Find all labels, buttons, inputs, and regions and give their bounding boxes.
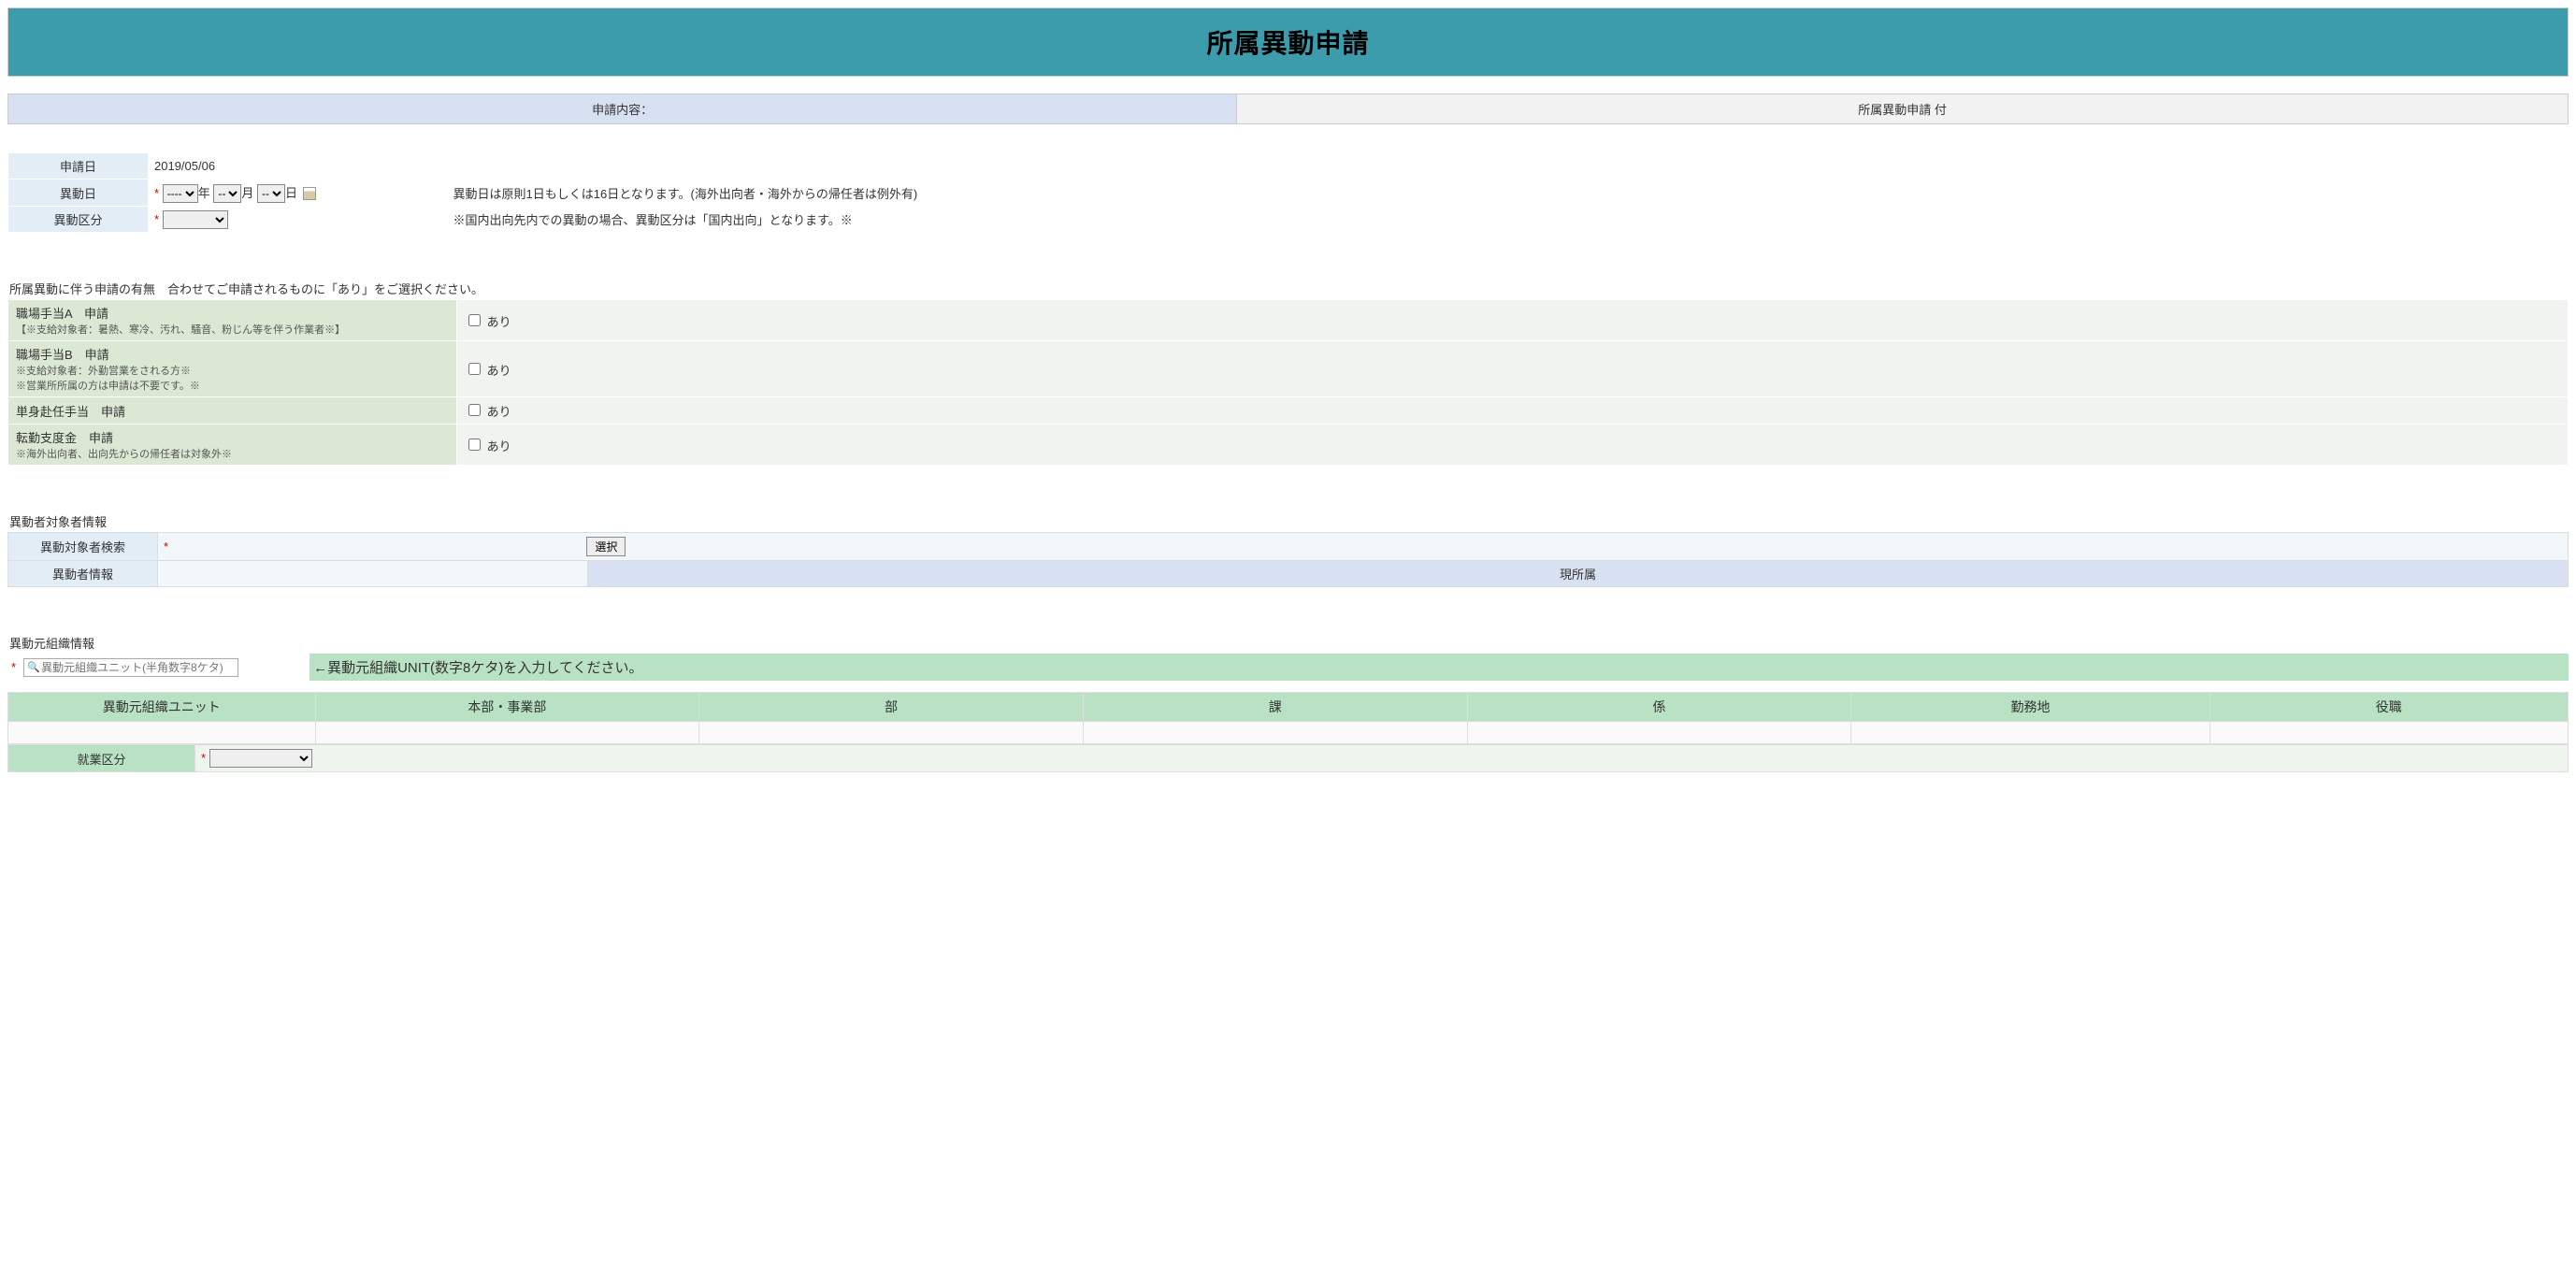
required-mark: * — [164, 539, 168, 554]
transfer-category-label: 異動区分 — [8, 207, 149, 233]
associated-applications-header: 所属異動に伴う申請の有無 合わせてご申請されるものに「あり」をご選択ください。 — [9, 280, 2569, 297]
day-select[interactable]: -- — [257, 184, 285, 203]
allowance-b-sub1: ※支給対象者：外勤営業をされる方※ — [16, 363, 449, 378]
month-suffix: 月 — [241, 186, 253, 200]
org-source-section-header: 異動元組織情報 — [9, 634, 2569, 652]
required-mark: * — [201, 751, 206, 765]
transferee-info-cell — [158, 561, 588, 587]
month-select[interactable]: -- — [213, 184, 241, 203]
allowance-b-checkbox-label[interactable]: あり — [465, 364, 511, 378]
org-source-unit-input[interactable] — [23, 658, 238, 677]
table-row — [1083, 722, 1467, 744]
allowance-b-checkbox[interactable] — [468, 363, 481, 375]
table-row — [315, 722, 699, 744]
org-source-instruction: ←異動元組織UNIT(数字8ケタ)を入力してください。 — [309, 654, 2569, 681]
transferee-section-header: 異動者対象者情報 — [9, 512, 2569, 530]
col-bu: 部 — [699, 693, 1084, 722]
current-affiliation-header: 現所属 — [588, 561, 2569, 587]
allowance-a-checkbox[interactable] — [468, 314, 481, 326]
year-suffix: 年 — [198, 186, 210, 200]
allowance-b-sub2: ※営業所所属の方は申請は不要です。※ — [16, 378, 449, 393]
day-suffix: 日 — [285, 186, 297, 200]
relocation-checkbox-label[interactable]: あり — [465, 439, 511, 453]
transferee-info-label: 異動者情報 — [8, 561, 158, 587]
work-class-select[interactable] — [209, 749, 312, 768]
table-row — [1851, 722, 2209, 744]
table-row — [1467, 722, 1851, 744]
transfer-category-select[interactable] — [163, 210, 228, 229]
work-class-row: 就業区分 * — [7, 744, 2569, 772]
page-title: 所属異動申請 — [7, 7, 2569, 77]
required-mark: * — [154, 186, 159, 200]
required-mark: * — [11, 660, 16, 674]
relocation-label: 転勤支度金 申請 — [16, 428, 449, 446]
tanshin-checkbox[interactable] — [468, 404, 481, 416]
calendar-icon[interactable] — [303, 187, 316, 200]
col-honbu: 本部・事業部 — [315, 693, 699, 722]
year-select[interactable]: ---- — [163, 184, 198, 203]
required-mark: * — [154, 212, 159, 226]
work-class-label: 就業区分 — [8, 745, 195, 772]
col-yakushoku: 役職 — [2209, 693, 2568, 722]
content-header-right: 所属異動申請 付 — [1237, 94, 2569, 124]
content-header-left: 申請内容： — [8, 94, 1237, 124]
transfer-category-note: ※国内出向先内での異動の場合、異動区分は「国内出向」となります。※ — [448, 207, 2569, 233]
content-header: 申請内容： 所属異動申請 付 — [7, 94, 2569, 124]
transferee-search-label: 異動対象者検索 — [8, 533, 158, 561]
col-kinmuchi: 勤務地 — [1851, 693, 2209, 722]
application-date-label: 申請日 — [8, 153, 149, 180]
relocation-checkbox[interactable] — [468, 439, 481, 451]
allowance-a-sub: 【※支給対象者：暑熱、寒冷、汚れ、騒音、粉じん等を伴う作業者※】 — [16, 322, 449, 337]
tanshin-label: 単身赴任手当 申請 — [16, 402, 449, 420]
select-transferee-button[interactable]: 選択 — [586, 537, 626, 556]
col-ka: 課 — [1083, 693, 1467, 722]
basic-info-table: 申請日 2019/05/06 異動日 * ----年 --月 --日 異動日は原… — [7, 152, 2569, 233]
table-row — [699, 722, 1084, 744]
table-row — [8, 722, 316, 744]
transferee-table: 異動対象者検索 * 選択 異動者情報 現所属 — [7, 532, 2569, 587]
col-kakari: 係 — [1467, 693, 1851, 722]
allowance-a-checkbox-label[interactable]: あり — [465, 315, 511, 329]
allowance-a-label: 職場手当A 申請 — [16, 304, 449, 322]
allowance-b-label: 職場手当B 申請 — [16, 345, 449, 363]
transfer-date-label: 異動日 — [8, 180, 149, 207]
transfer-date-note: 異動日は原則1日もしくは16日となります。(海外出向者・海外からの帰任者は例外有… — [448, 180, 2569, 207]
tanshin-checkbox-label[interactable]: あり — [465, 405, 511, 419]
col-org-unit: 異動元組織ユニット — [8, 693, 316, 722]
org-source-columns-table: 異動元組織ユニット 本部・事業部 部 課 係 勤務地 役職 — [7, 692, 2569, 744]
relocation-sub: ※海外出向者、出向先からの帰任者は対象外※ — [16, 446, 449, 461]
table-row — [2209, 722, 2568, 744]
org-source-input-row: * ←異動元組織UNIT(数字8ケタ)を入力してください。 — [7, 654, 2569, 681]
application-date-value: 2019/05/06 — [149, 153, 448, 180]
associated-applications-table: 職場手当A 申請 【※支給対象者：暑熱、寒冷、汚れ、騒音、粉じん等を伴う作業者※… — [7, 299, 2569, 466]
